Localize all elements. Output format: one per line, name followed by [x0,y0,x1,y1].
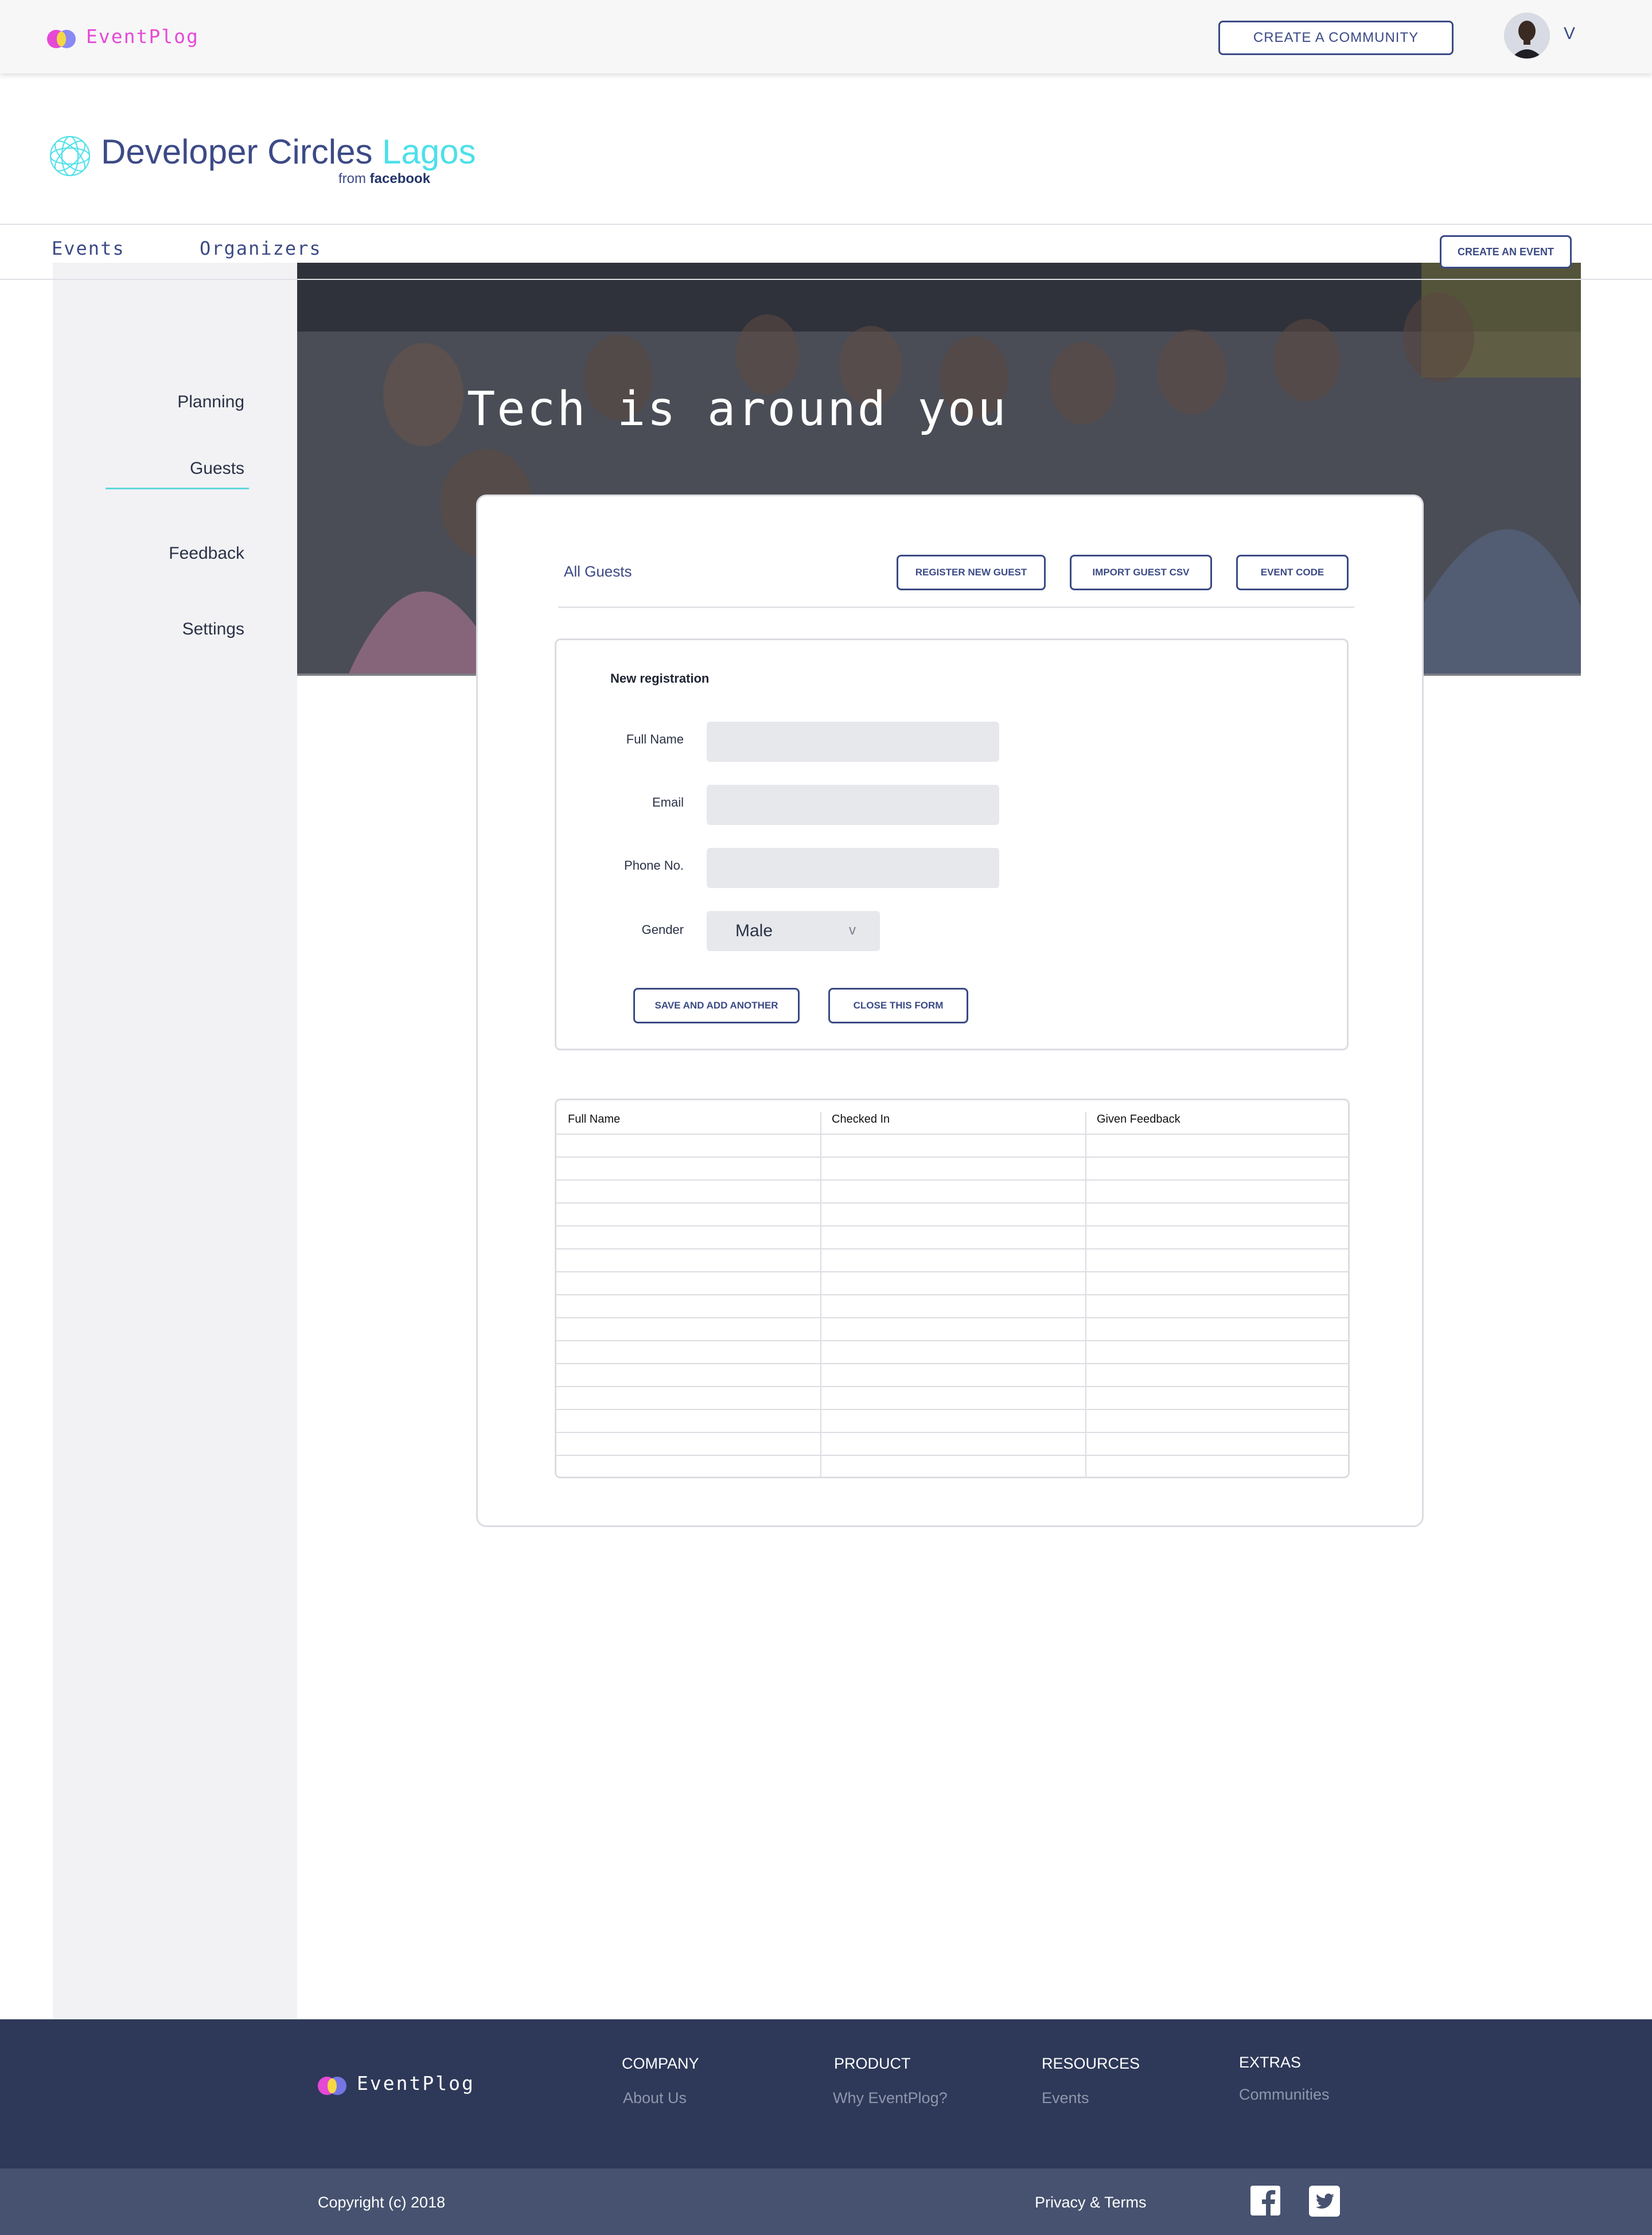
guests-table: Full Name Checked In Given Feedback [555,1099,1350,1478]
table-row-divider [556,1432,1348,1433]
sidebar-item-feedback[interactable]: Feedback [72,544,244,563]
all-guests-heading: All Guests [564,563,632,580]
footer: EventPlog COMPANY About Us PRODUCT Why E… [0,2019,1652,2168]
twitter-icon[interactable] [1309,2186,1340,2217]
privacy-terms-link[interactable]: Privacy & Terms [1035,2194,1147,2211]
table-row-divider [556,1248,1348,1249]
guests-card: All Guests REGISTER NEW GUEST IMPORT GUE… [476,494,1424,1527]
eventplog-logo-icon[interactable] [46,29,78,49]
user-avatar[interactable] [1504,13,1550,59]
table-row-divider [556,1202,1348,1204]
nav-events[interactable]: Events [52,237,125,259]
sidebar-item-guests[interactable]: Guests [72,459,244,478]
footer-link-why-eventplog[interactable]: Why EventPlog? [833,2089,948,2107]
table-row-divider [556,1363,1348,1364]
person-icon [1504,13,1550,59]
community-name: Developer Circles Lagos [101,132,476,172]
chevron-down-icon: v [849,922,856,938]
gender-label: Gender [641,922,684,937]
email-input[interactable] [707,785,999,825]
register-new-guest-button[interactable]: REGISTER NEW GUEST [897,555,1046,590]
nav-organizers[interactable]: Organizers [200,237,322,259]
column-header-given-feedback: Given Feedback [1097,1113,1180,1126]
gender-value: Male [735,921,773,940]
footer-heading-extras: EXTRAS [1239,2054,1302,2071]
create-event-button[interactable]: CREATE AN EVENT [1440,235,1572,268]
email-label: Email [652,795,684,809]
nav-divider-bottom [0,279,1652,280]
table-row-divider [556,1134,1348,1135]
gender-select[interactable]: Male v [707,911,880,951]
facebook-icon[interactable] [1250,2186,1280,2215]
community-sponsor: from facebook [338,171,430,187]
import-guest-csv-button[interactable]: IMPORT GUEST CSV [1070,555,1212,590]
user-menu-toggle[interactable]: V [1564,24,1575,44]
table-row-divider [556,1386,1348,1387]
registration-form: New registration Full Name Email Phone N… [555,638,1349,1050]
table-row-divider [556,1455,1348,1456]
create-community-button[interactable]: CREATE A COMMUNITY [1218,21,1454,55]
event-code-button[interactable]: EVENT CODE [1236,555,1349,590]
phone-input[interactable] [707,848,999,888]
footer-brand[interactable]: EventPlog [357,2072,475,2094]
facebook-wordmark: facebook [369,171,431,186]
close-form-button[interactable]: CLOSE THIS FORM [828,988,968,1023]
form-title: New registration [610,671,710,686]
footer-heading-resources: RESOURCES [1042,2055,1140,2072]
community-city: Lagos [382,133,476,171]
footer-heading-company: COMPANY [622,2055,699,2072]
full-name-input[interactable] [707,722,999,762]
phone-label: Phone No. [624,858,684,873]
table-row-divider [556,1317,1348,1318]
table-row-divider [556,1340,1348,1341]
brand-name[interactable]: EventPlog [86,25,199,48]
eventplog-logo-icon[interactable] [317,2076,349,2096]
hero-title: Tech is around you [467,382,1008,437]
sub-footer: Copyright (c) 2018 Privacy & Terms [0,2168,1652,2235]
column-header-full-name: Full Name [568,1113,621,1126]
table-row-divider [556,1225,1348,1226]
save-and-add-another-button[interactable]: SAVE AND ADD ANOTHER [633,988,800,1023]
table-row-divider [556,1179,1348,1181]
community-title: Developer Circles [101,133,373,171]
card-divider [558,606,1354,608]
sidebar-item-planning[interactable]: Planning [72,392,244,412]
from-label: from [338,171,366,186]
top-header: EventPlog CREATE A COMMUNITY V [0,0,1652,73]
sidebar: Planning Guests Feedback Settings [53,263,297,2019]
nav-divider-top [0,224,1652,225]
table-row-divider [556,1294,1348,1295]
footer-link-communities[interactable]: Communities [1239,2086,1330,2104]
footer-link-events[interactable]: Events [1042,2089,1089,2107]
active-indicator [106,488,249,489]
footer-link-about[interactable]: About Us [623,2089,687,2107]
table-row-divider [556,1157,1348,1158]
table-row-divider [556,1409,1348,1410]
column-header-checked-in: Checked In [832,1113,890,1126]
sidebar-item-settings[interactable]: Settings [72,620,244,639]
developer-circles-logo-icon [50,136,90,176]
copyright-text: Copyright (c) 2018 [318,2194,446,2211]
table-row-divider [556,1271,1348,1272]
full-name-label: Full Name [626,732,684,746]
footer-heading-product: PRODUCT [834,2055,911,2072]
